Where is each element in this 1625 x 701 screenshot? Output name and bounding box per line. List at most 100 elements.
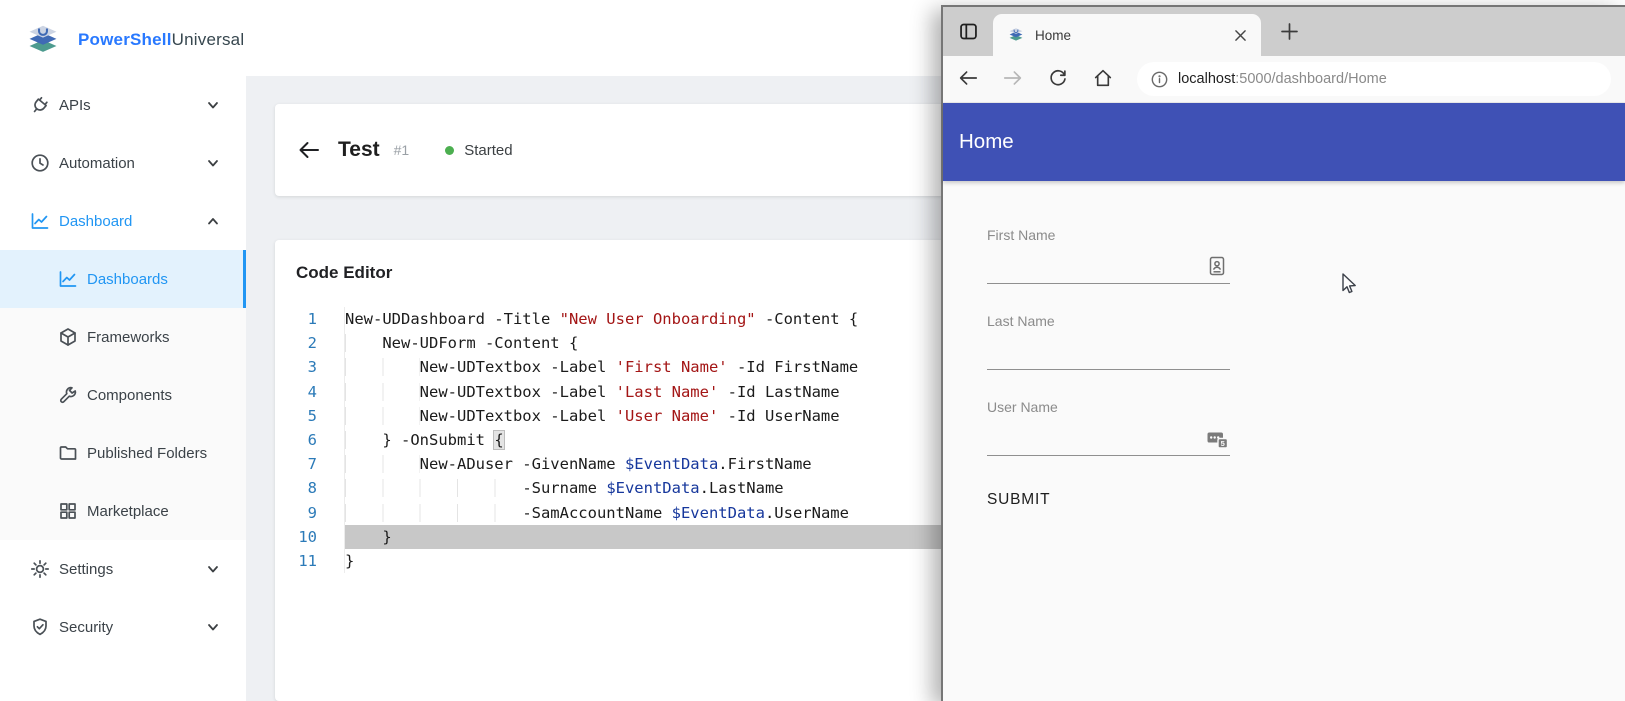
sidebar-item-label: Settings — [59, 560, 114, 578]
sidebar-item-security[interactable]: Security — [0, 598, 246, 656]
line-number: 2 — [307, 334, 317, 353]
line-number: 4 — [307, 382, 317, 401]
code-string: 'User Name' — [615, 406, 719, 425]
chevron-down-icon — [206, 156, 220, 170]
text-input-last-name[interactable] — [987, 329, 1230, 370]
text-input-first-name[interactable] — [987, 243, 1230, 284]
browser-refresh-icon[interactable] — [1047, 67, 1071, 91]
sidebar-item-label: Components — [87, 386, 173, 404]
password-autofill-icon: 5 — [1206, 427, 1228, 449]
field-label: First Name — [987, 227, 1056, 243]
form-field-first-name: First Name — [987, 227, 1230, 284]
code-text: New-UDForm -Content { — [382, 334, 579, 353]
sidebar-item-label: Published Folders — [87, 444, 208, 462]
code-text: New-UDTextbox -Label — [419, 406, 616, 425]
sidebar-item-automation[interactable]: Automation — [0, 134, 246, 192]
code-text: -Id UserName — [718, 406, 840, 425]
code-text: -Content { — [755, 310, 859, 328]
contact-autofill-icon — [1206, 255, 1228, 277]
browser-window: Home localhost:5000/dashboard/Home Home — [941, 5, 1625, 701]
indent-guides — [345, 479, 523, 498]
code-string: 'Last Name' — [615, 382, 719, 401]
browser-back-icon[interactable] — [957, 67, 981, 91]
brand-universal: Universal — [171, 30, 245, 49]
onboarding-form: First Name Last Name User Name 5 — [943, 181, 1230, 456]
tab-favicon — [1009, 28, 1023, 41]
code-text: -Id LastName — [718, 382, 840, 401]
sidebar-item-settings[interactable]: Settings — [0, 540, 246, 598]
tab-actions-menu-button[interactable] — [952, 16, 984, 48]
browser-tab-home[interactable]: Home — [993, 14, 1261, 56]
field-label: Last Name — [987, 313, 1055, 329]
mouse-cursor-icon — [1342, 273, 1356, 294]
line-number: 7 — [307, 455, 317, 474]
shield-icon — [30, 617, 50, 637]
line-number: 3 — [307, 358, 317, 377]
tab-close-icon[interactable] — [1229, 24, 1251, 46]
status-badge: Started — [464, 141, 513, 159]
indent-guides — [345, 528, 382, 546]
page-number: #1 — [393, 142, 410, 158]
browser-toolbar: localhost:5000/dashboard/Home — [943, 56, 1625, 103]
plug-icon — [30, 95, 50, 115]
indent-guides — [345, 358, 420, 377]
code-text: -Surname — [522, 479, 607, 498]
wrench-icon — [58, 385, 78, 405]
dashboard-title: Home — [959, 130, 1014, 153]
brand-text: PowerShellUniversal — [78, 30, 244, 50]
url-host: localhost — [1178, 71, 1236, 87]
code-text: New-ADuser -GivenName — [419, 455, 625, 474]
code-text: New-UDDashboard -Title — [345, 310, 560, 328]
line-number: 5 — [307, 406, 317, 425]
line-number: 11 — [298, 551, 317, 570]
line-number: 10 — [298, 527, 317, 546]
indent-guides — [345, 455, 420, 474]
address-bar[interactable]: localhost:5000/dashboard/Home — [1137, 62, 1611, 96]
browser-tab-strip: Home — [943, 7, 1625, 56]
new-tab-button[interactable] — [1275, 18, 1303, 46]
sidebar-item-frameworks[interactable]: Frameworks — [0, 308, 246, 366]
line-number: 1 — [307, 310, 317, 328]
submit-button[interactable]: SUBMIT — [987, 485, 1050, 515]
sidebar-item-components[interactable]: Components — [0, 366, 246, 424]
sidebar-item-marketplace[interactable]: Marketplace — [0, 482, 246, 540]
site-info-icon[interactable] — [1151, 71, 1168, 88]
chevron-down-icon — [206, 98, 220, 112]
folder-icon — [58, 443, 78, 463]
code-text: .FirstName — [718, 455, 812, 474]
url-path: :5000/dashboard/Home — [1235, 71, 1387, 87]
dashboard-page: Home First Name Last Name User Name 5 SU… — [943, 103, 1625, 701]
back-arrow-button[interactable] — [296, 137, 322, 163]
sidebar-item-published-folders[interactable]: Published Folders — [0, 424, 246, 482]
svg-text:5: 5 — [1221, 439, 1225, 448]
browser-home-icon[interactable] — [1092, 67, 1116, 91]
text-input-user-name[interactable]: 5 — [987, 415, 1230, 456]
code-string: 'First Name' — [615, 358, 728, 377]
gear-icon — [30, 559, 50, 579]
code-text: New-UDTextbox -Label — [419, 358, 616, 377]
sidebar-item-dashboard[interactable]: Dashboard — [0, 192, 246, 250]
sidebar-item-dashboards[interactable]: Dashboards — [0, 250, 246, 308]
sidebar-item-label: APIs — [59, 96, 91, 114]
code-text: .LastName — [699, 479, 784, 498]
brand-powershell: PowerShell — [78, 30, 172, 49]
sidebar-item-label: Frameworks — [87, 328, 170, 346]
browser-forward-icon[interactable] — [1002, 67, 1026, 91]
code-text: } -OnSubmit — [382, 430, 495, 449]
field-label: User Name — [987, 399, 1058, 415]
sidebar-item-label: Security — [59, 618, 114, 636]
url-text: localhost:5000/dashboard/Home — [1178, 71, 1387, 87]
status-dot-icon — [445, 145, 455, 155]
sidebar-nav: APIs Automation Dashboard Dashboards Fra… — [0, 76, 246, 656]
brand: PowerShellUniversal — [0, 0, 246, 64]
chart-icon — [30, 211, 50, 231]
indent-guides — [345, 406, 420, 425]
form-field-user-name: User Name 5 — [987, 399, 1230, 456]
code-variable: $EventData — [606, 479, 700, 498]
line-number: 6 — [307, 430, 317, 449]
chevron-down-icon — [206, 562, 220, 576]
code-text: .UserName — [764, 503, 849, 522]
sidebar-item-label: Automation — [59, 154, 135, 172]
sidebar-item-apis[interactable]: APIs — [0, 76, 246, 134]
indent-guides — [345, 503, 523, 522]
